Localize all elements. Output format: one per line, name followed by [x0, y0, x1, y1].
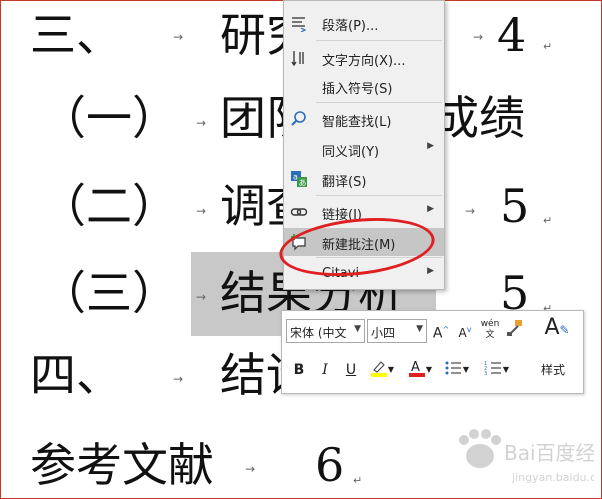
paragraph-mark-icon: ↵: [543, 40, 553, 53]
tab-mark-icon: →: [465, 204, 476, 218]
toc-line-1[interactable]: 三、 研究 4: [30, 12, 526, 58]
svg-text:A: A: [411, 360, 420, 375]
shrink-font-button[interactable]: Av: [454, 319, 476, 341]
text-direction-icon: [290, 49, 308, 67]
chevron-down-icon[interactable]: ▼: [461, 359, 471, 381]
toc-page-number: 6: [315, 438, 345, 492]
bold-button[interactable]: B: [288, 359, 310, 381]
chevron-down-icon: ▼: [354, 324, 361, 334]
menu-separator: [316, 102, 442, 103]
paragraph-icon: [290, 14, 308, 33]
menu-item-translate[interactable]: aあ 翻译(S): [284, 165, 444, 193]
toc-page-number: 4: [497, 8, 527, 62]
svg-text:Bai百度经验: Bai百度经验: [504, 441, 594, 465]
chevron-down-icon: ▼: [416, 324, 423, 334]
font-name-value: 宋体 (中文: [290, 326, 347, 340]
menu-item-label: 段落(P)...: [322, 19, 379, 34]
tab-mark-icon: →: [173, 372, 184, 386]
format-painter-icon[interactable]: [504, 319, 526, 341]
submenu-arrow-icon: ▶: [427, 266, 434, 276]
toc-number: （三）: [40, 266, 178, 320]
toc-number: （一）: [40, 91, 178, 145]
submenu-arrow-icon: ▶: [427, 204, 434, 214]
toc-page-number: 5: [500, 179, 530, 233]
svg-text:jingyan.baidu.com: jingyan.baidu.com: [511, 471, 594, 484]
tab-mark-icon: →: [196, 290, 207, 304]
tab-mark-icon: →: [473, 30, 484, 44]
toc-heading: 参考文献: [30, 438, 214, 492]
tab-mark-icon: →: [245, 462, 256, 476]
toc-line-5[interactable]: 四、 结论: [30, 352, 312, 398]
svg-text:3: 3: [484, 371, 487, 377]
menu-item-text-direction[interactable]: 文字方向(X)...: [284, 44, 444, 72]
menu-item-label: 插入符号(S): [322, 82, 393, 97]
toc-line-2[interactable]: （一） 团队 成绩: [40, 95, 525, 141]
toc-heading-suffix: 成绩: [433, 91, 525, 145]
paragraph-mark-icon: ↵: [543, 214, 553, 227]
paragraph-mark-icon: ↵: [353, 474, 363, 487]
styles-button[interactable]: A✎: [541, 317, 573, 357]
menu-item-paragraph[interactable]: 段落(P)...: [284, 9, 444, 37]
menu-separator: [316, 40, 442, 41]
toc-number: 四、: [30, 348, 122, 402]
tab-mark-icon: →: [196, 116, 207, 130]
toc-number: 三、: [30, 8, 122, 62]
toc-line-3[interactable]: （二） 调查 5: [40, 183, 529, 229]
phonetic-guide-button[interactable]: wén 文: [479, 319, 501, 341]
submenu-arrow-icon: ▶: [427, 141, 434, 151]
grow-font-button[interactable]: A^: [430, 319, 452, 342]
baidu-watermark-logo: Bai百度经验 jingyan.baidu.com: [454, 426, 602, 496]
toc-line-6[interactable]: 参考文献 6: [30, 442, 344, 488]
underline-button[interactable]: U: [340, 359, 362, 381]
chevron-down-icon[interactable]: ▼: [501, 359, 511, 381]
toc-number: （二）: [40, 179, 178, 233]
font-size-value: 小四: [371, 326, 396, 340]
menu-item-synonyms[interactable]: 同义词(Y) ▶: [284, 135, 444, 163]
translate-icon: aあ: [290, 170, 308, 188]
font-name-dropdown[interactable]: 宋体 (中文 ▼: [286, 319, 365, 343]
menu-item-label: 文字方向(X)...: [322, 54, 406, 69]
menu-item-insert-symbol[interactable]: 插入符号(S): [284, 72, 444, 100]
chevron-down-icon[interactable]: ▼: [424, 359, 434, 381]
styles-label: 样式: [541, 363, 566, 377]
tab-mark-icon: →: [196, 204, 207, 218]
toc-line-4[interactable]: （三） 结果分析 5: [40, 270, 529, 316]
tab-mark-icon: →: [173, 30, 184, 44]
smart-lookup-icon: [290, 110, 308, 128]
menu-item-smart-lookup[interactable]: 智能查找(L): [284, 105, 444, 133]
font-size-dropdown[interactable]: 小四 ▼: [367, 319, 427, 343]
mini-toolbar: 宋体 (中文 ▼ 小四 ▼ A^ Av wén 文 A✎ 样式 B I U ▼ A…: [281, 310, 584, 394]
menu-item-label: 翻译(S): [322, 175, 367, 190]
menu-separator: [316, 195, 442, 196]
menu-item-label: 同义词(Y): [322, 145, 380, 160]
link-icon: [290, 203, 308, 221]
menu-item-label: 智能查找(L): [322, 115, 392, 130]
svg-text:あ: あ: [299, 179, 307, 188]
chevron-down-icon[interactable]: ▼: [386, 359, 396, 381]
italic-button[interactable]: I: [314, 359, 336, 381]
